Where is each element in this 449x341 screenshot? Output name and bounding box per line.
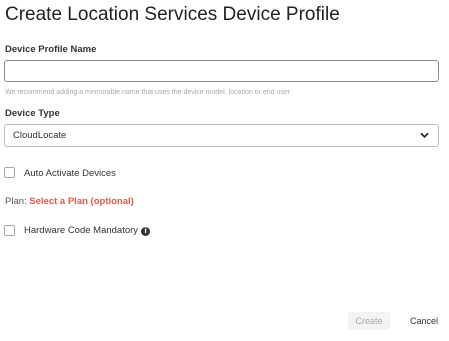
plan-label: Plan: — [5, 196, 30, 207]
device-type-label: Device Type — [5, 108, 60, 119]
chevron-down-icon — [420, 132, 429, 138]
cancel-button[interactable]: Cancel — [403, 312, 445, 330]
profile-name-label: Device Profile Name — [5, 44, 97, 55]
auto-activate-checkbox[interactable] — [4, 167, 15, 178]
dialog-title: Create Location Services Device Profile — [5, 4, 340, 25]
hardware-code-checkbox[interactable] — [4, 225, 15, 236]
device-type-select[interactable]: CloudLocate — [4, 124, 439, 147]
select-plan-link[interactable]: Select a Plan (optional) — [29, 196, 134, 207]
hardware-code-label: Hardware Code Mandatory — [24, 225, 139, 236]
info-icon[interactable]: i — [141, 227, 151, 236]
hardware-code-label-row: Hardware Code Mandatory i — [24, 225, 151, 236]
plan-row: Plan: Select a Plan (optional) — [5, 196, 134, 207]
device-type-value: CloudLocate — [13, 130, 67, 141]
profile-name-hint: We recommend adding a memorable name tha… — [5, 89, 291, 96]
auto-activate-label: Auto Activate Devices — [24, 168, 116, 179]
profile-name-input[interactable] — [4, 60, 439, 82]
create-button[interactable]: Create — [348, 312, 390, 330]
